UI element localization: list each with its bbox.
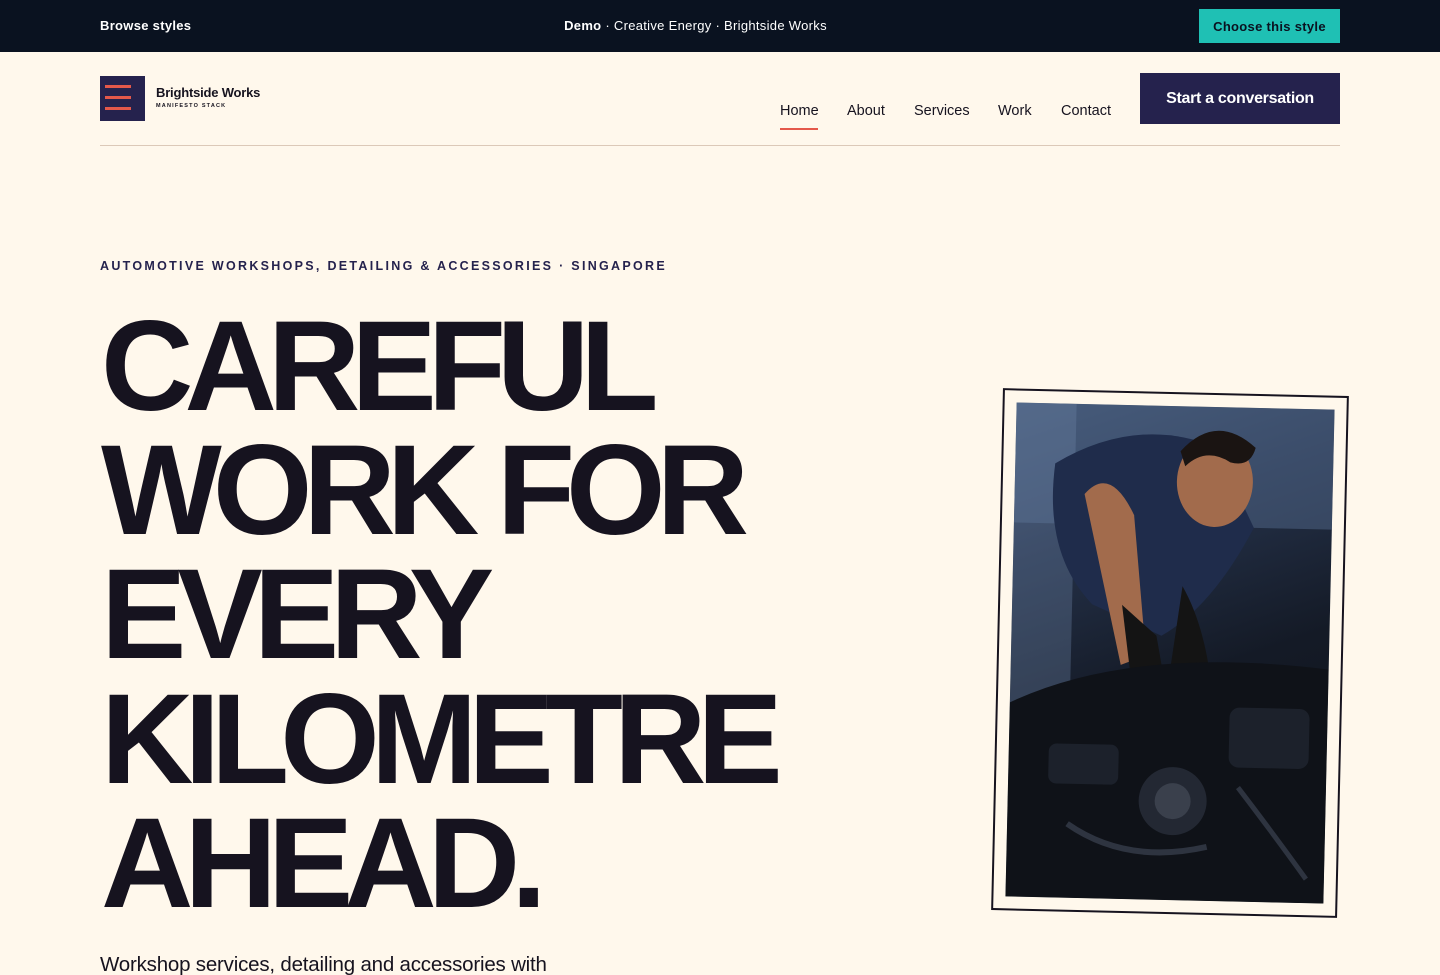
start-conversation-button[interactable]: Start a conversation <box>1140 73 1340 124</box>
brand-tagline: MANIFESTO STACK <box>156 103 227 109</box>
demo-title: Demo · Creative Energy · Brightside Work… <box>0 18 1391 33</box>
hamburger-menu-icon[interactable] <box>100 76 145 121</box>
brand-name[interactable]: Brightside Works <box>156 85 260 100</box>
choose-style-button[interactable]: Choose this style <box>1199 9 1340 43</box>
hero-photo-frame <box>991 388 1349 918</box>
nav-work[interactable]: Work <box>998 103 1032 119</box>
header-divider <box>100 145 1340 146</box>
hero-subline: Workshop services, detailing and accesso… <box>100 953 547 975</box>
nav-services[interactable]: Services <box>914 103 970 119</box>
headline-line-4: KILOMETRE <box>101 668 783 811</box>
active-nav-indicator <box>780 128 818 130</box>
demo-detail: · Creative Energy · Brightside Works <box>601 18 827 33</box>
hero-eyebrow: AUTOMOTIVE WORKSHOPS, DETAILING & ACCESS… <box>100 259 668 273</box>
nav-contact[interactable]: Contact <box>1061 103 1111 119</box>
headline-line-1: CAREFUL <box>101 295 658 438</box>
headline-line-2: WORK FOR <box>101 419 749 562</box>
nav-about[interactable]: About <box>847 103 885 119</box>
demo-label: Demo <box>564 18 602 33</box>
headline-line-5: AHEAD. <box>101 792 547 935</box>
demo-bar: Browse styles Demo · Creative Energy · B… <box>0 0 1440 52</box>
headline-line-3: EVERY <box>101 543 494 686</box>
mechanic-illustration <box>1005 402 1335 904</box>
nav-home[interactable]: Home <box>780 103 819 119</box>
mechanic-photo <box>1005 402 1335 904</box>
